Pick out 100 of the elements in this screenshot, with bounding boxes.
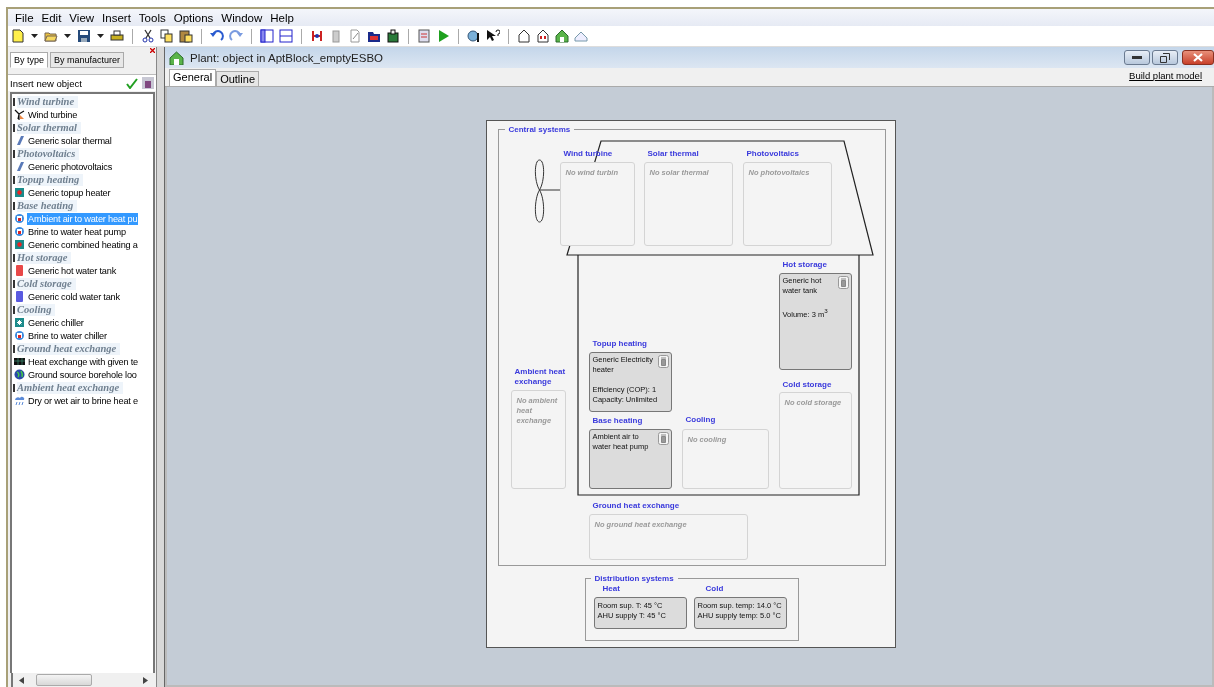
tree-item[interactable]: Generic chiller	[27, 316, 85, 329]
menu-item[interactable]: File	[11, 11, 38, 24]
trash-icon[interactable]	[837, 276, 849, 289]
tab[interactable]: Outline	[216, 71, 259, 86]
print-icon[interactable]	[110, 29, 124, 43]
build-link[interactable]: Build plant model	[1129, 70, 1202, 81]
undo-icon[interactable]	[210, 29, 224, 43]
solar-panel-icon	[14, 161, 25, 172]
copy-icon[interactable]	[160, 29, 174, 43]
grid-icon	[14, 356, 25, 367]
menu-item[interactable]: Help	[266, 11, 298, 24]
paste-icon[interactable]	[179, 29, 193, 43]
tree-item[interactable]: Generic photovoltaics	[27, 160, 114, 173]
tree-group[interactable]: Topup heating	[17, 173, 84, 186]
right-arrow-icon[interactable]	[143, 676, 148, 684]
heat-pump-icon	[14, 226, 25, 237]
close-button[interactable]	[1182, 50, 1214, 65]
menu-item[interactable]: Edit	[37, 11, 66, 24]
new-file-icon[interactable]	[11, 29, 25, 43]
tree-group[interactable]: Cold storage	[17, 277, 76, 290]
help-pointer-icon[interactable]	[486, 29, 500, 43]
left-panel-icon[interactable]	[260, 29, 274, 43]
house-icon[interactable]	[536, 29, 550, 43]
slot-label: Heat	[602, 584, 620, 594]
slot-label: Solar thermal	[647, 149, 700, 159]
menu-item[interactable]: Window	[217, 11, 267, 24]
tree-item[interactable]: Generic solar thermal	[27, 134, 113, 147]
tab[interactable]: General	[169, 69, 217, 86]
close-icon[interactable]	[150, 48, 155, 53]
tab[interactable]: By type	[10, 52, 48, 68]
caret-icon[interactable]	[64, 34, 71, 38]
heat-pump-icon	[14, 213, 25, 224]
tree-group[interactable]: Solar thermal	[17, 121, 81, 134]
tree-group[interactable]: Base heating	[17, 199, 78, 212]
database-icon[interactable]	[142, 77, 154, 89]
menu-item[interactable]: Options	[169, 11, 218, 24]
redo-icon[interactable]	[229, 29, 243, 43]
cut-icon[interactable]	[141, 29, 155, 43]
restore-button[interactable]	[1152, 50, 1178, 65]
splitter[interactable]	[157, 47, 165, 687]
menu-item[interactable]: Tools	[134, 11, 170, 24]
house-outline-icon[interactable]	[517, 29, 531, 43]
trash-icon[interactable]	[657, 432, 669, 445]
slot-label: Base heating	[592, 416, 644, 426]
tree-group[interactable]: Ambient heat exchange	[17, 381, 124, 394]
tree-item[interactable]: Generic cold water tank	[27, 290, 121, 303]
play-icon[interactable]	[436, 29, 450, 43]
heat-pump-icon	[14, 330, 25, 341]
open-folder-icon[interactable]	[44, 29, 58, 43]
menu-item[interactable]: Insert	[98, 11, 135, 24]
folder-icon[interactable]	[367, 29, 381, 43]
slot-label: Photovoltaics	[746, 149, 800, 159]
tree-item[interactable]: Generic topup heater	[27, 186, 112, 199]
slot-label: Cold	[705, 584, 724, 594]
frame-title: Central systems	[504, 125, 575, 134]
restore-icon	[1160, 52, 1170, 63]
house-icon	[169, 50, 184, 65]
minimize-icon	[1132, 55, 1142, 60]
tree-item[interactable]: Ground source borehole loo	[27, 368, 138, 381]
checkmark-icon[interactable]	[126, 77, 138, 89]
minimize-button[interactable]	[1124, 50, 1150, 65]
tree-group[interactable]: Hot storage	[17, 251, 72, 264]
snowflake-icon	[14, 317, 25, 328]
tree-item[interactable]: Wind turbine	[27, 108, 79, 121]
tree-group[interactable]: Cooling	[17, 303, 56, 316]
solar-panel-icon	[14, 135, 25, 146]
slot-label: Topup heating	[592, 339, 648, 349]
tree-item[interactable]: Generic hot water tank	[27, 264, 118, 277]
tree-item[interactable]: Brine to water heat pump	[27, 225, 127, 238]
roof-icon[interactable]	[574, 29, 588, 43]
tree-item[interactable]: Heat exchange with given te	[27, 355, 140, 368]
left-arrow-icon[interactable]	[19, 676, 24, 684]
tree-item[interactable]: Dry or wet air to brine heat e	[27, 394, 139, 407]
slot-label: Hot storage	[782, 260, 828, 270]
menu-item[interactable]: View	[65, 11, 99, 24]
tab[interactable]: By manufacturer	[50, 52, 125, 68]
split-panel-icon[interactable]	[279, 29, 293, 43]
slot-label: Cold storage	[782, 380, 833, 390]
heater-icon	[14, 239, 25, 250]
caret-icon[interactable]	[31, 34, 38, 38]
trash-icon[interactable]	[657, 355, 669, 368]
slot-label: Cooling	[685, 415, 717, 425]
tank-icon	[14, 265, 25, 276]
home-icon[interactable]	[555, 29, 569, 43]
scroll-thumb[interactable]	[36, 674, 92, 686]
tree-item[interactable]: Generic combined heating a	[27, 238, 139, 251]
tank-icon	[14, 291, 25, 302]
tree-group[interactable]: Wind turbine	[17, 95, 79, 108]
tree-item[interactable]: Brine to water chiller	[27, 329, 108, 342]
section-title: Insert new object	[10, 77, 83, 89]
frame-title: Distribution systems	[590, 574, 678, 583]
wind-turbine-icon	[14, 109, 25, 120]
close-icon	[1193, 53, 1203, 62]
caret-icon[interactable]	[97, 34, 104, 38]
heater-icon	[14, 187, 25, 198]
save-icon[interactable]	[77, 29, 91, 43]
tree-group[interactable]: Ground heat exchange	[17, 342, 121, 355]
network-icon[interactable]	[310, 29, 324, 43]
tree-group[interactable]: Photovoltaics	[17, 147, 80, 160]
report-icon[interactable]	[417, 29, 431, 43]
